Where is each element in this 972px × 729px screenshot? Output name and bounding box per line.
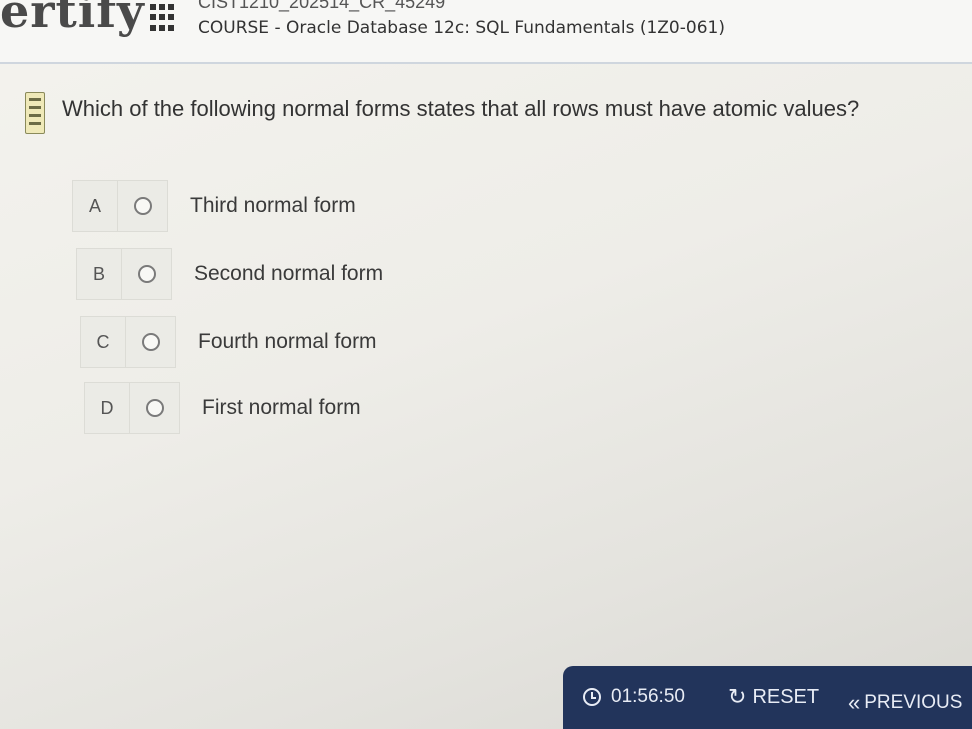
reset-label: RESET: [752, 685, 820, 708]
reset-icon: ↻: [728, 684, 747, 709]
option-radio-container[interactable]: [126, 316, 176, 368]
option-letter: A: [72, 180, 118, 232]
option-c[interactable]: C Fourth normal form: [80, 316, 377, 368]
clock-icon: [583, 688, 601, 706]
exam-code: CIST1210_202514_CR_45249: [198, 0, 446, 12]
previous-label: PREVIOUS: [864, 692, 963, 713]
option-a[interactable]: A Third normal form: [72, 180, 356, 232]
flag-question-icon[interactable]: [25, 92, 45, 134]
option-label[interactable]: Fourth normal form: [198, 330, 377, 354]
option-label[interactable]: Third normal form: [190, 194, 356, 218]
apps-grid-icon[interactable]: [150, 4, 178, 32]
app-logo: ertify: [0, 0, 145, 38]
option-d[interactable]: D First normal form: [84, 382, 361, 434]
option-radio-container[interactable]: [122, 248, 172, 300]
option-label[interactable]: Second normal form: [194, 262, 383, 286]
option-radio-container[interactable]: [118, 180, 168, 232]
timer-value: 01:56:50: [611, 686, 685, 707]
previous-button[interactable]: « PREVIOUS: [848, 690, 962, 716]
course-title: COURSE - Oracle Database 12c: SQL Fundam…: [198, 18, 725, 38]
radio-button[interactable]: [145, 399, 164, 417]
option-label[interactable]: First normal form: [202, 396, 361, 420]
reset-button[interactable]: ↻ RESET: [728, 684, 819, 710]
timer: 01:56:50: [583, 686, 685, 708]
option-letter: C: [80, 316, 126, 368]
option-letter: D: [84, 382, 130, 434]
double-chevron-left-icon: «: [848, 690, 861, 715]
header: ertify CIST1210_202514_CR_45249 COURSE -…: [0, 0, 972, 64]
question-text: Which of the following normal forms stat…: [62, 96, 860, 121]
radio-button[interactable]: [137, 265, 156, 283]
option-b[interactable]: B Second normal form: [76, 248, 383, 300]
option-radio-container[interactable]: [130, 382, 180, 434]
option-letter: B: [76, 248, 122, 300]
radio-button[interactable]: [133, 197, 152, 215]
radio-button[interactable]: [141, 333, 160, 351]
exam-footer-bar: 01:56:50 ↻ RESET « PREVIOUS: [563, 666, 972, 729]
